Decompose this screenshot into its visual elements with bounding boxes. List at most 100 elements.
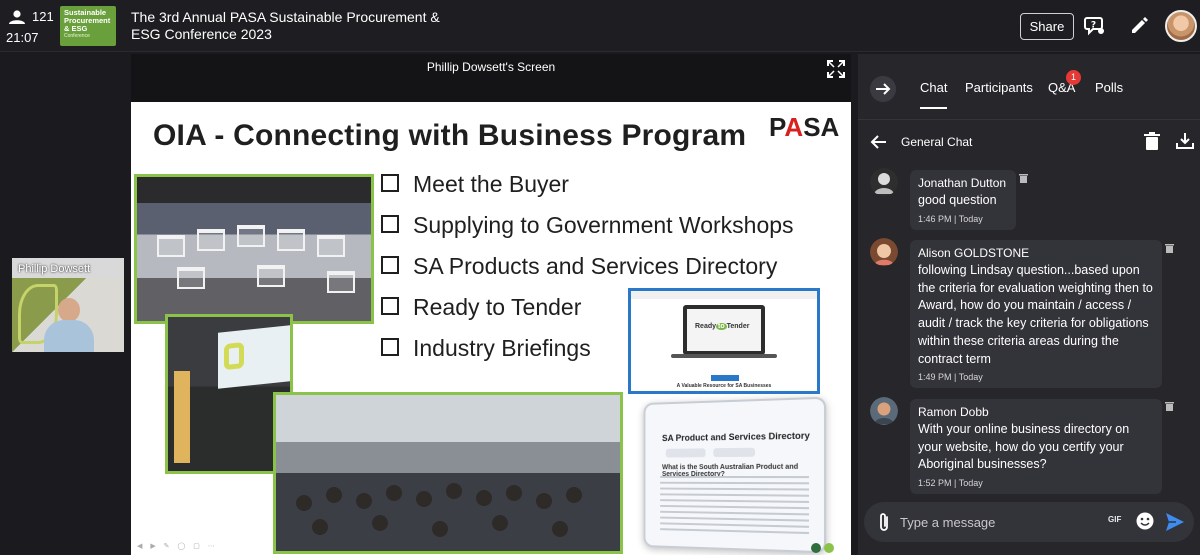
rtt-caption: A Valuable Resource for SA Businesses <box>676 383 772 389</box>
photo-booth-shape <box>277 229 305 251</box>
photo-screen-logo <box>224 342 244 371</box>
checkbox-square-icon <box>381 338 399 356</box>
gif-button[interactable]: GIF <box>1108 515 1121 524</box>
directory-text-lines <box>660 475 810 539</box>
photo-audience-head <box>326 487 342 503</box>
chat-message: Ramon Dobb With your online business dir… <box>910 399 1162 495</box>
bullet-text: Meet the Buyer <box>413 171 569 197</box>
top-header: 121 21:07 Sustainable Procurement & ESG … <box>0 0 1200 52</box>
speaker-head <box>58 298 80 322</box>
attendee-info[interactable]: 121 21:07 <box>6 8 56 48</box>
photo-booth-shape <box>327 271 355 293</box>
slide-dot-light <box>824 543 834 553</box>
participant-video-tile[interactable]: Phillip Dowsett <box>12 258 124 352</box>
message-text: good question <box>918 193 997 207</box>
avatar-jonathan-dutton[interactable] <box>870 168 898 196</box>
screen-share-label: Phillip Dowsett's Screen <box>426 60 556 74</box>
checkbox-square-icon <box>381 256 399 274</box>
photo-audience-head <box>372 515 388 531</box>
share-button[interactable]: Share <box>1020 13 1074 40</box>
slide-dots <box>811 540 837 555</box>
slide-bullet: Supplying to Government Workshops <box>381 209 794 250</box>
event-logo: Sustainable Procurement & ESG Conference <box>60 6 116 46</box>
bullet-text: Industry Briefings <box>413 335 591 361</box>
message-sender: Jonathan Dutton <box>918 176 1007 190</box>
person-icon <box>9 10 25 24</box>
tab-participants[interactable]: Participants <box>965 80 1033 95</box>
photo-audience-head <box>446 483 462 499</box>
pencil-icon[interactable] <box>1128 14 1150 36</box>
photo-projector-screen <box>218 325 290 389</box>
photo-audience-head <box>386 485 402 501</box>
rtt-mark: to <box>716 323 727 330</box>
photo-audience-head <box>296 495 312 511</box>
message-time: 1:52 PM | Today <box>918 478 983 489</box>
photo-audience-head <box>416 491 432 507</box>
photo-banner <box>174 371 190 463</box>
bullet-text: Supplying to Government Workshops <box>413 212 794 238</box>
photo-audience-head <box>432 521 448 537</box>
slide-toolbar[interactable]: ◀ ▶ ✎ ◯ ▢ ⋯ <box>137 542 218 550</box>
attendee-count: 121 <box>32 9 54 24</box>
event-title: The 3rd Annual PASA Sustainable Procurem… <box>131 9 440 42</box>
message-delete-icon[interactable] <box>1019 173 1028 183</box>
photo-audience-head <box>356 493 372 509</box>
logo-letter: A <box>784 112 804 142</box>
send-icon[interactable] <box>1164 511 1186 533</box>
message-text: following Lindsay question...based upon … <box>918 263 1153 366</box>
rtt-text: Ready <box>695 323 717 330</box>
logo-letter: A <box>820 112 840 142</box>
photo-booth-shape <box>177 267 205 289</box>
expo-hall-photo <box>134 174 374 324</box>
message-sender: Alison GOLDSTONE <box>918 246 1030 260</box>
ready-to-tender-screenshot: Ready to Tender A Valuable Resource for SA… <box>628 288 820 394</box>
slide-dot-dark <box>811 543 821 553</box>
fullscreen-icon[interactable] <box>827 60 845 78</box>
slide-bullet: SA Products and Services Directory <box>381 250 794 291</box>
back-arrow-icon[interactable] <box>870 133 888 151</box>
photo-audience-head <box>492 515 508 531</box>
directory-pill <box>713 447 756 458</box>
message-time: 1:46 PM | Today <box>918 213 983 224</box>
photo-audience-head <box>476 490 492 506</box>
directory-title: SA Product and Services Directory <box>662 430 810 444</box>
chat-message: Alison GOLDSTONE following Lindsay quest… <box>910 240 1162 389</box>
speaker-figure <box>44 298 94 352</box>
laptop-screen: Ready to Tender <box>687 309 761 351</box>
checkbox-square-icon <box>381 174 399 192</box>
logo-letter: P <box>769 112 785 142</box>
chat-message: Jonathan Dutton good question 1:46 PM | … <box>910 170 1016 230</box>
emoji-icon[interactable] <box>1136 512 1154 530</box>
screen-share-area: Phillip Dowsett's Screen OIA - Connectin… <box>131 54 851 555</box>
message-delete-icon[interactable] <box>1165 401 1174 411</box>
laptop-base <box>671 354 777 358</box>
avatar-alison-goldstone[interactable] <box>870 238 898 266</box>
collapse-arrow-icon[interactable] <box>870 76 896 102</box>
app-root: 121 21:07 Sustainable Procurement & ESG … <box>0 0 1200 555</box>
message-input[interactable] <box>900 510 1100 534</box>
speaker-body <box>44 320 94 352</box>
photo-audience-head <box>552 521 568 537</box>
tab-polls[interactable]: Polls <box>1095 80 1123 95</box>
tab-chat[interactable]: Chat <box>920 80 948 109</box>
message-delete-icon[interactable] <box>1165 243 1174 253</box>
slide-title: OIA - Connecting with Business Program <box>153 119 747 152</box>
directory-pill <box>665 448 706 458</box>
rtt-text: Tender <box>726 323 750 330</box>
panel-tabs: Chat Participants Q&A 1 Polls <box>858 54 1200 120</box>
photo-booth-shape <box>317 235 345 257</box>
help-icon[interactable]: ? <box>1084 14 1106 36</box>
message-text: With your online business directory on y… <box>918 422 1130 472</box>
attachment-icon[interactable] <box>876 511 892 533</box>
trash-icon[interactable] <box>1144 132 1160 150</box>
photo-audience-head <box>312 519 328 535</box>
ready-to-tender-logo: Ready to Tender <box>695 323 749 330</box>
qa-badge: 1 <box>1066 70 1081 85</box>
photo-audience-head <box>566 487 582 503</box>
logo-line: & ESG <box>64 24 88 33</box>
profile-avatar[interactable] <box>1165 10 1197 42</box>
message-time: 1:49 PM | Today <box>918 372 983 383</box>
avatar-ramon-dobb[interactable] <box>870 397 898 425</box>
logo-letter: S <box>803 112 821 142</box>
download-icon[interactable] <box>1176 132 1194 150</box>
